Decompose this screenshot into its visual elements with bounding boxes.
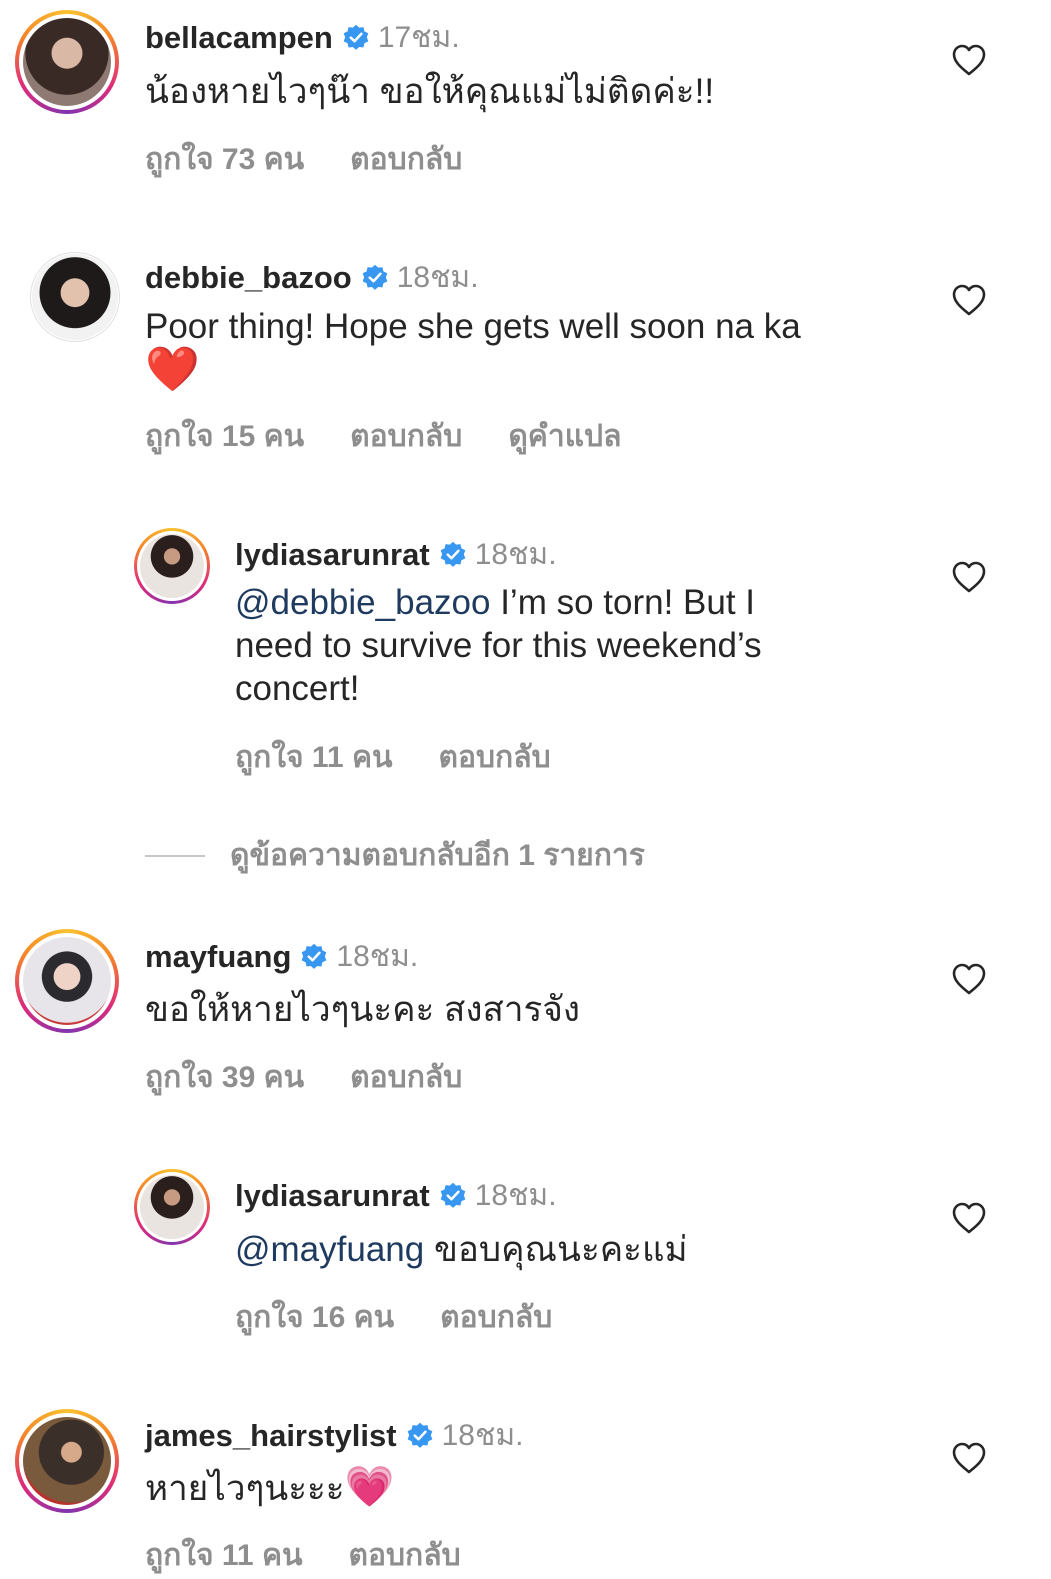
timestamp: 18ชม. xyxy=(474,1179,557,1212)
reply-button[interactable]: ตอบกลับ xyxy=(440,1294,552,1341)
likes-count[interactable]: ถูกใจ 11 คน xyxy=(145,1532,303,1579)
comment-text: น้องหายไวๆน๊า ขอให้คุณแม่ไม่ติดค่ะ!! xyxy=(145,72,715,111)
username[interactable]: mayfuang xyxy=(145,939,291,975)
divider xyxy=(145,854,205,857)
timestamp: 18ชม. xyxy=(396,261,479,294)
heart-outline-icon[interactable] xyxy=(951,560,987,594)
avatar[interactable] xyxy=(15,929,119,1033)
timestamp: 18ชม. xyxy=(474,538,557,571)
reply-text: need to survive for this weekend’s xyxy=(235,626,762,665)
verified-badge-icon xyxy=(439,541,467,569)
pink-heart-emoji: 💗 xyxy=(344,1464,395,1510)
timestamp: 17ชม. xyxy=(377,21,460,54)
likes-count[interactable]: ถูกใจ 11 คน xyxy=(235,734,393,781)
likes-count[interactable]: ถูกใจ 15 คน xyxy=(145,413,304,460)
verified-badge-icon xyxy=(342,24,370,52)
verified-badge-icon xyxy=(361,264,389,292)
username[interactable]: bellacampen xyxy=(145,20,333,56)
comment-text: หายไวๆนะะะ xyxy=(145,1469,345,1508)
avatar[interactable] xyxy=(134,528,210,604)
reply-button[interactable]: ตอบกลับ xyxy=(439,734,551,781)
verified-badge-icon xyxy=(439,1182,467,1210)
reply-button[interactable]: ตอบกลับ xyxy=(350,413,462,460)
reply-button[interactable]: ตอบกลับ xyxy=(350,136,462,183)
username[interactable]: lydiasarunrat xyxy=(235,1178,430,1214)
heart-emoji: ❤️ xyxy=(145,344,200,395)
heart-outline-icon[interactable] xyxy=(951,283,987,317)
timestamp: 18ชม. xyxy=(336,940,419,973)
verified-badge-icon xyxy=(406,1422,434,1450)
mention-link[interactable]: @mayfuang xyxy=(235,1230,424,1269)
avatar[interactable] xyxy=(30,252,120,342)
heart-outline-icon[interactable] xyxy=(951,1441,987,1475)
reply-text: I’m so torn! But I xyxy=(490,583,756,622)
username[interactable]: james_hairstylist xyxy=(145,1418,397,1454)
comment-text: ขอให้หายไวๆนะคะ สงสารจัง xyxy=(145,990,580,1029)
reply-text: concert! xyxy=(235,669,360,708)
avatar[interactable] xyxy=(15,1409,119,1513)
username[interactable]: debbie_bazoo xyxy=(145,260,352,296)
heart-outline-icon[interactable] xyxy=(951,1201,987,1235)
avatar[interactable] xyxy=(134,1169,210,1245)
mention-link[interactable]: @debbie_bazoo xyxy=(235,583,490,622)
reply-text: ขอบคุณนะคะแม่ xyxy=(424,1230,688,1269)
likes-count[interactable]: ถูกใจ 16 คน xyxy=(235,1294,394,1341)
view-more-replies-button[interactable]: ดูข้อความตอบกลับอีก 1 รายการ xyxy=(145,832,645,879)
comment-text: Poor thing! Hope she gets well soon na k… xyxy=(145,307,801,346)
likes-count[interactable]: ถูกใจ 39 คน xyxy=(145,1054,304,1101)
timestamp: 18ชม. xyxy=(441,1419,524,1452)
view-more-replies-label[interactable]: ดูข้อความตอบกลับอีก 1 รายการ xyxy=(230,832,645,879)
heart-outline-icon[interactable] xyxy=(951,962,987,996)
verified-badge-icon xyxy=(300,943,328,971)
reply-button[interactable]: ตอบกลับ xyxy=(349,1532,461,1579)
see-translation-button[interactable]: ดูคำแปล xyxy=(508,413,621,460)
avatar[interactable] xyxy=(15,10,119,114)
username[interactable]: lydiasarunrat xyxy=(235,537,430,573)
heart-outline-icon[interactable] xyxy=(951,43,987,77)
likes-count[interactable]: ถูกใจ 73 คน xyxy=(145,136,304,183)
reply-button[interactable]: ตอบกลับ xyxy=(350,1054,462,1101)
